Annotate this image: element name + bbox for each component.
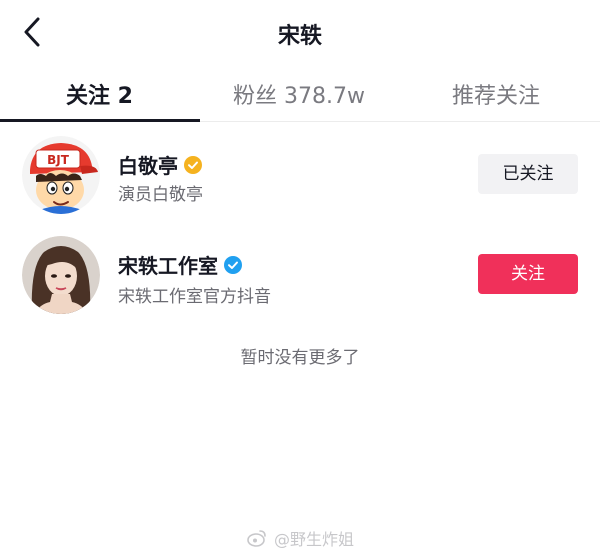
tab-fans[interactable]: 粉丝 378.7w bbox=[233, 78, 365, 122]
avatar[interactable]: BJT bbox=[22, 136, 100, 214]
avatar-cap-text: BJT bbox=[47, 153, 70, 167]
user-description: 演员白敬亭 bbox=[118, 185, 203, 205]
verified-badge-icon bbox=[184, 155, 202, 174]
top-bar: 宋轶 bbox=[0, 0, 600, 66]
page-title: 宋轶 bbox=[277, 24, 322, 49]
tab-bar: 关注 2 粉丝 378.7w 推荐关注 bbox=[0, 66, 600, 122]
user-name[interactable]: 白敬亭 bbox=[118, 150, 178, 179]
list-item[interactable]: 宋轶工作室 宋轶工作室官方抖音 关注 bbox=[0, 232, 600, 342]
portrait-avatar-image bbox=[22, 236, 100, 314]
verified-badge-icon bbox=[224, 255, 242, 274]
user-name[interactable]: 宋轶工作室 bbox=[118, 250, 218, 279]
name-line: 白敬亭 bbox=[118, 150, 202, 179]
follow-button[interactable]: 关注 bbox=[478, 254, 578, 294]
avatar[interactable] bbox=[22, 236, 100, 314]
no-more-hint: 暂时没有更多了 bbox=[240, 348, 360, 368]
followed-button[interactable]: 已关注 bbox=[478, 154, 578, 194]
tab-recommended[interactable]: 推荐关注 bbox=[452, 78, 540, 122]
watermark-text: @野生炸姐 bbox=[274, 530, 355, 549]
tab-following[interactable]: 关注 2 bbox=[66, 78, 133, 122]
weibo-logo-icon bbox=[247, 530, 266, 547]
watermark: @野生炸姐 bbox=[246, 526, 354, 550]
cartoon-avatar-image: BJT bbox=[22, 136, 100, 214]
user-description: 宋轶工作室官方抖音 bbox=[118, 287, 271, 307]
list-item[interactable]: BJT 白敬亭 演员白敬亭 已关注 bbox=[0, 122, 600, 232]
name-line: 宋轶工作室 bbox=[118, 250, 242, 279]
